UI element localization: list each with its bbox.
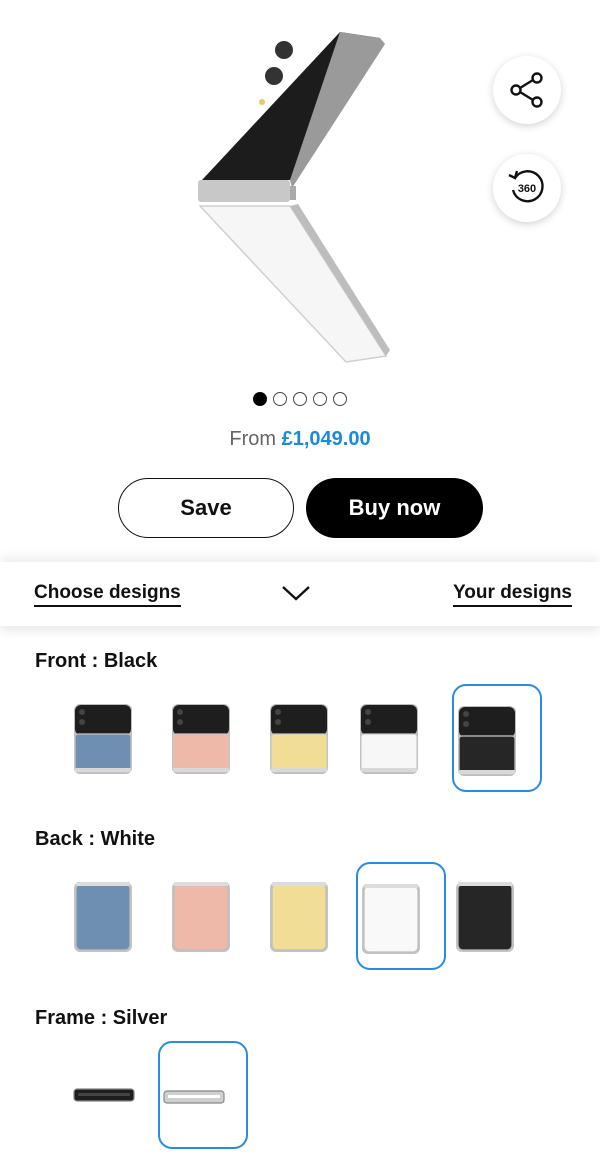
gallery-dot[interactable]	[273, 392, 287, 406]
frame-color-option[interactable]	[70, 1041, 160, 1149]
front-color-option[interactable]	[168, 684, 258, 792]
back-color-option[interactable]	[452, 862, 542, 970]
back-label: Back : White	[35, 828, 156, 850]
your-designs-link[interactable]: Your designs	[453, 582, 572, 607]
back-color-option[interactable]	[356, 862, 446, 970]
gallery-dot[interactable]	[293, 392, 307, 406]
back-color-option[interactable]	[168, 862, 258, 970]
price-amount: £1,049.00	[281, 428, 371, 450]
chevron-down-icon[interactable]	[281, 582, 311, 604]
buy-now-button[interactable]: Buy now	[306, 478, 483, 538]
product-hero: 360	[0, 0, 600, 380]
front-color-option[interactable]	[266, 684, 356, 792]
choose-designs-link[interactable]: Choose designs	[34, 582, 181, 607]
product-image	[198, 32, 390, 363]
gallery-pagination	[0, 392, 600, 406]
back-color-option[interactable]	[266, 862, 356, 970]
front-color-option[interactable]	[356, 684, 446, 792]
gallery-dot[interactable]	[333, 392, 347, 406]
gallery-dot[interactable]	[253, 392, 267, 406]
share-icon	[510, 72, 543, 108]
frame-label: Frame : Silver	[35, 1007, 168, 1029]
save-button[interactable]: Save	[118, 478, 294, 538]
price: From £1,049.00	[0, 428, 600, 451]
front-color-option[interactable]	[70, 684, 160, 792]
rotate-360-label: 360	[518, 183, 536, 195]
frame-color-option[interactable]	[158, 1041, 248, 1149]
gallery-dot[interactable]	[313, 392, 327, 406]
price-prefix: From	[229, 428, 277, 450]
front-color-option[interactable]	[452, 684, 542, 792]
share-button[interactable]	[493, 56, 561, 124]
front-label: Front : Black	[35, 650, 158, 672]
view-360-button[interactable]: 360	[493, 154, 561, 222]
designs-bar: Choose designs Your designs	[0, 562, 600, 626]
rotate-360-icon: 360	[508, 170, 544, 203]
back-color-option[interactable]	[70, 862, 160, 970]
